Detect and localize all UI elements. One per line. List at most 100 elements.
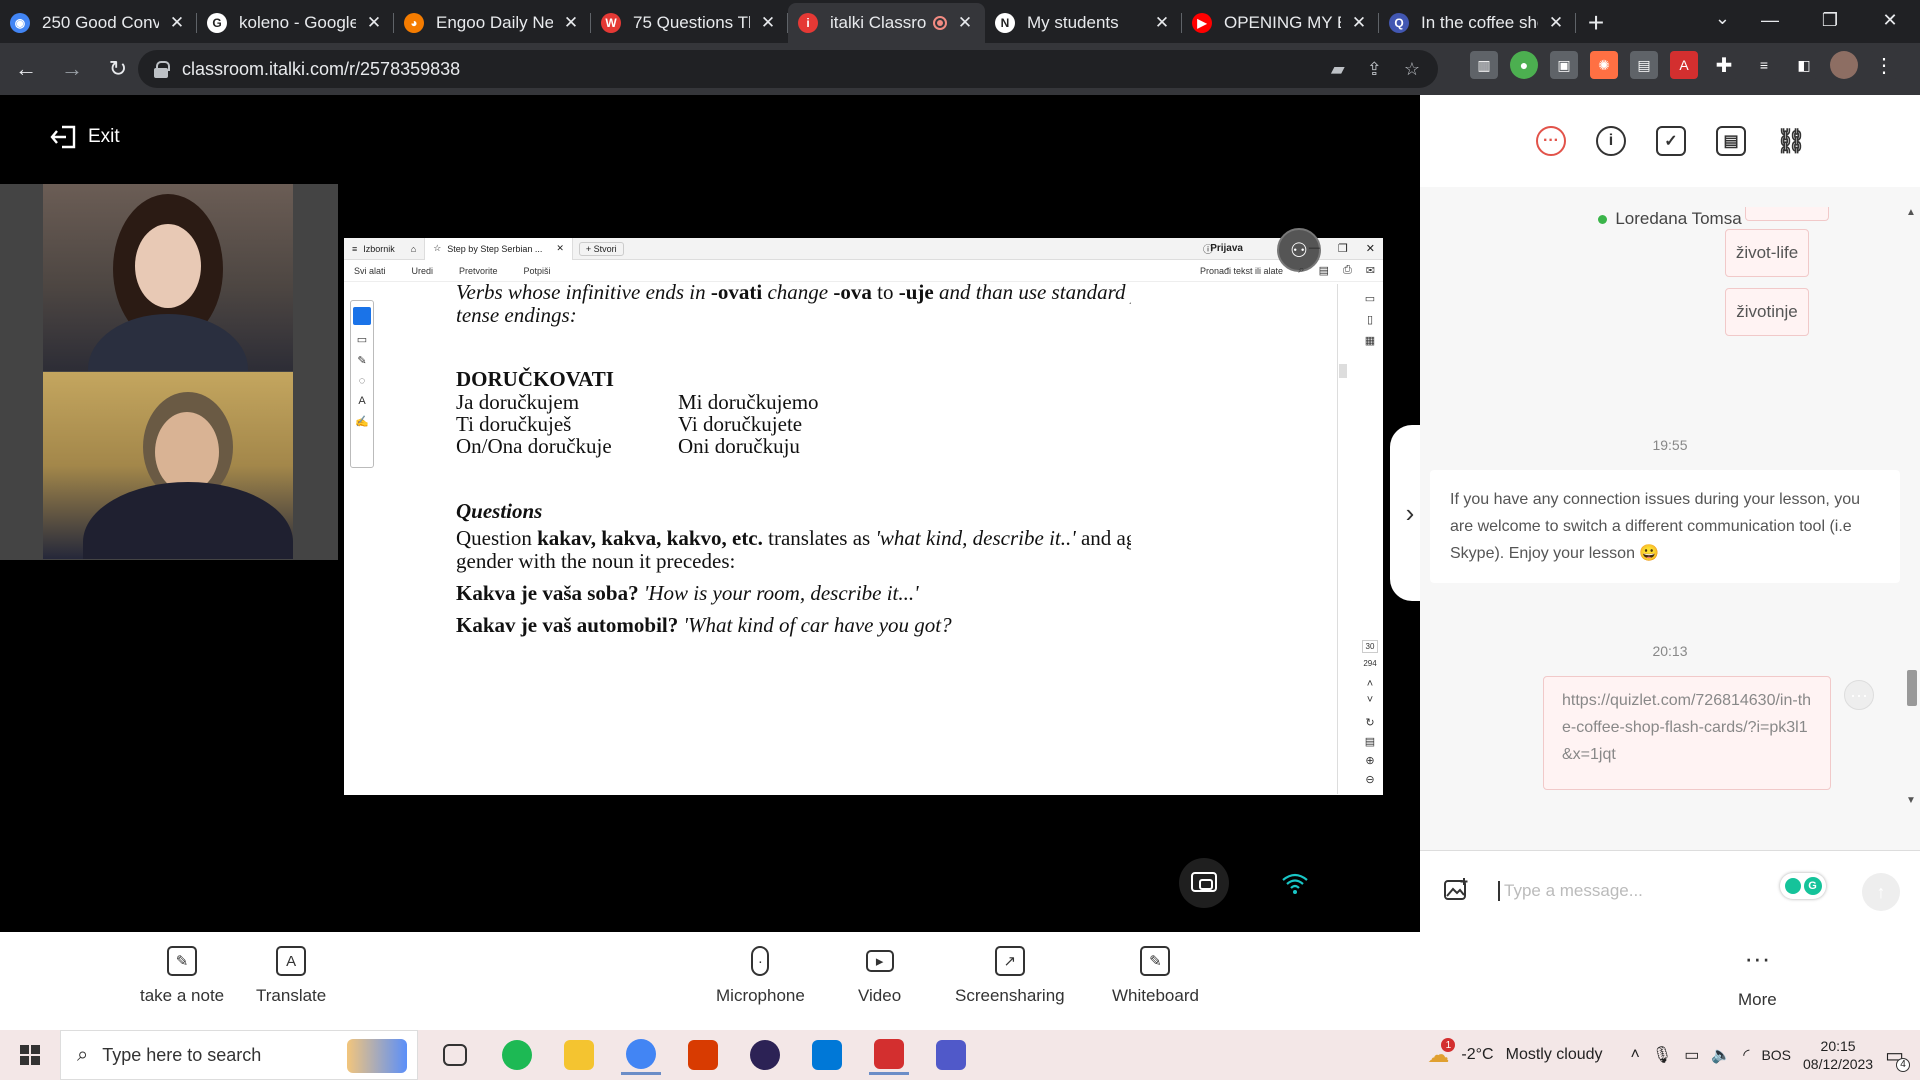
close-tab-icon[interactable]: ✕ [955, 13, 975, 33]
browser-tab[interactable]: Q In the coffee sho ✕ [1379, 3, 1576, 43]
send-button[interactable]: ↑ [1862, 873, 1900, 911]
checklist-icon[interactable]: ✓ [1656, 126, 1686, 156]
chat-scroll-thumb[interactable] [1907, 670, 1917, 706]
taskbar-app[interactable] [869, 1035, 909, 1075]
exit-button[interactable]: Exit [50, 125, 120, 149]
browser-tab[interactable]: N My students ✕ [985, 3, 1182, 43]
pdf-search-label[interactable]: Pronađi tekst ili alate [1200, 266, 1283, 276]
clock[interactable]: 20:15 08/12/2023 [1803, 1037, 1873, 1073]
taskbar-app[interactable] [807, 1035, 847, 1075]
extension-green-icon[interactable]: ● [1510, 51, 1538, 79]
pdf-menu-item[interactable]: Potpiši [524, 266, 551, 276]
zoom-out-icon[interactable]: ⊖ [1365, 773, 1374, 786]
browser-tab[interactable]: Gkoleno - Google ✕ [197, 3, 394, 43]
close-icon[interactable]: ✕ [556, 243, 564, 254]
rotate-icon[interactable]: ↻ [1365, 716, 1374, 729]
bookmark-star-icon[interactable]: ☆ [1404, 59, 1420, 80]
select-tool-icon[interactable] [353, 307, 371, 325]
take-note-button[interactable]: ✎ take a note [140, 946, 224, 1006]
grammarly-icon[interactable]: G [1780, 873, 1826, 899]
extension-orange-icon[interactable]: ✺ [1590, 51, 1618, 79]
search-icon[interactable]: ⌕ [1298, 264, 1304, 277]
link-icon[interactable]: ⛓ [1776, 126, 1806, 156]
page-number[interactable]: 30 [1361, 640, 1379, 653]
print-icon[interactable]: ⎙ [1343, 264, 1352, 277]
volume-icon[interactable]: 🔈 [1711, 1045, 1731, 1065]
pdf-create-button[interactable]: + Stvori [578, 241, 624, 256]
acrobat-extension-icon[interactable]: A [1670, 51, 1698, 79]
reload-icon[interactable]: ↻ [98, 49, 138, 89]
pdf-doc-tab[interactable]: ☆ Step by Step Serbian ... ✕ [424, 237, 573, 260]
lasso-tool-icon[interactable]: ◌ [359, 375, 366, 387]
more-button[interactable]: ··· More [1738, 945, 1777, 1010]
profile-avatar[interactable] [1830, 51, 1858, 79]
address-bar[interactable]: classroom.italki.com/r/2578359838 ▰ ⇪ ☆ [138, 50, 1438, 88]
restore-button[interactable]: ❐ [1800, 0, 1860, 40]
translate-button[interactable]: A Translate [256, 946, 326, 1006]
pen-tool-icon[interactable]: ✎ [357, 354, 366, 367]
language-indicator[interactable]: BOS [1761, 1047, 1791, 1063]
page-down-icon[interactable]: ˅ [1367, 694, 1373, 706]
message-input[interactable]: Type a message... [1498, 881, 1643, 901]
browser-tab[interactable]: ▶ OPENING MY EX ✕ [1182, 3, 1379, 43]
media-control-icon[interactable]: ≡ [1750, 51, 1778, 79]
screensharing-button[interactable]: ↗ Screensharing [955, 946, 1065, 1006]
microphone-button[interactable]: · Microphone [716, 946, 805, 1006]
whiteboard-button[interactable]: ✎ Whiteboard [1112, 946, 1199, 1006]
close-tab-icon[interactable]: ✕ [1152, 13, 1172, 33]
taskbar-app[interactable] [683, 1035, 723, 1075]
close-button[interactable]: ✕ [1860, 0, 1920, 40]
taskbar-app[interactable] [435, 1035, 475, 1075]
text-tool-icon[interactable]: A [358, 395, 365, 407]
taskbar-app[interactable] [621, 1035, 661, 1075]
info-icon[interactable]: i [1596, 126, 1626, 156]
pdf-menu-item[interactable]: Pretvorite [459, 266, 498, 276]
close-tab-icon[interactable]: ✕ [758, 13, 778, 33]
link-message[interactable]: https://quizlet.com/726814630/in-the-cof… [1543, 676, 1831, 790]
close-tab-icon[interactable]: ✕ [1349, 13, 1369, 33]
start-button[interactable] [0, 1030, 60, 1080]
shared-pdf-window[interactable]: ≡ Izbornik ⌂ ☆ Step by Step Serbian ... ✕ +… [344, 228, 1383, 795]
tab-search-icon[interactable]: ⌄ [1715, 8, 1730, 29]
taskbar-app[interactable] [931, 1035, 971, 1075]
browser-tab[interactable]: i italki Classro ✕ [788, 3, 985, 43]
microphone-tray-icon[interactable]: 🎙 [1652, 1045, 1672, 1065]
minimize-button[interactable]: — [1740, 0, 1800, 40]
share-icon[interactable]: ⇪ [1367, 59, 1382, 80]
taskbar-app[interactable] [497, 1035, 537, 1075]
scroll-down-icon[interactable]: ▼ [1906, 795, 1916, 806]
restore-icon[interactable]: ❐ [1338, 242, 1348, 255]
layout-toggle-button[interactable] [1179, 858, 1229, 908]
chrome-menu-icon[interactable]: ⋮ [1870, 51, 1898, 79]
puzzle-icon[interactable]: ✚ [1710, 51, 1738, 79]
browser-tab[interactable]: ◕ Engoo Daily New ✕ [394, 3, 591, 43]
side-panel-icon[interactable]: ◧ [1790, 51, 1818, 79]
fit-page-icon[interactable]: ▤ [1365, 735, 1375, 748]
weather-icon[interactable]: ☁ 1 [1427, 1038, 1456, 1068]
sign-tool-icon[interactable]: ✍ [355, 415, 369, 428]
weather-desc[interactable]: Mostly cloudy [1506, 1046, 1603, 1064]
new-tab-button[interactable]: + [1576, 3, 1616, 43]
pdf-menu-item[interactable]: Svi alati [354, 266, 386, 276]
chat-scrollbar[interactable]: ▲ ▼ [1904, 207, 1920, 806]
pdf-menu-tab[interactable]: ≡ Izbornik [344, 238, 403, 260]
grid-icon[interactable]: ▦ [1365, 334, 1375, 347]
pdf-menu-item[interactable]: Uredi [412, 266, 434, 276]
taskbar-app[interactable] [559, 1035, 599, 1075]
close-tab-icon[interactable]: ✕ [167, 13, 187, 33]
zoom-in-icon[interactable]: ⊕ [1365, 754, 1374, 767]
battery-icon[interactable]: ▭ [1684, 1045, 1699, 1065]
browser-tab[interactable]: W 75 Questions Th ✕ [591, 3, 788, 43]
chevron-up-icon[interactable]: ˄ [1631, 1046, 1640, 1064]
weather-temp[interactable]: -2°C [1461, 1046, 1493, 1064]
pdf-scrollbar[interactable] [1337, 284, 1347, 794]
taskbar-app[interactable] [745, 1035, 785, 1075]
comment-icon[interactable]: ▭ [1365, 292, 1375, 305]
camera-icon[interactable]: ▰ [1331, 59, 1345, 80]
scroll-up-icon[interactable]: ▲ [1906, 207, 1916, 218]
pdf-scroll-thumb[interactable] [1339, 364, 1347, 378]
chat-bubble-icon[interactable]: ··· [1536, 126, 1566, 156]
close-window-icon[interactable]: ✕ [1366, 242, 1375, 255]
browser-tab[interactable]: ◉ 250 Good Conve ✕ [0, 3, 197, 43]
forward-icon[interactable]: → [52, 49, 92, 89]
